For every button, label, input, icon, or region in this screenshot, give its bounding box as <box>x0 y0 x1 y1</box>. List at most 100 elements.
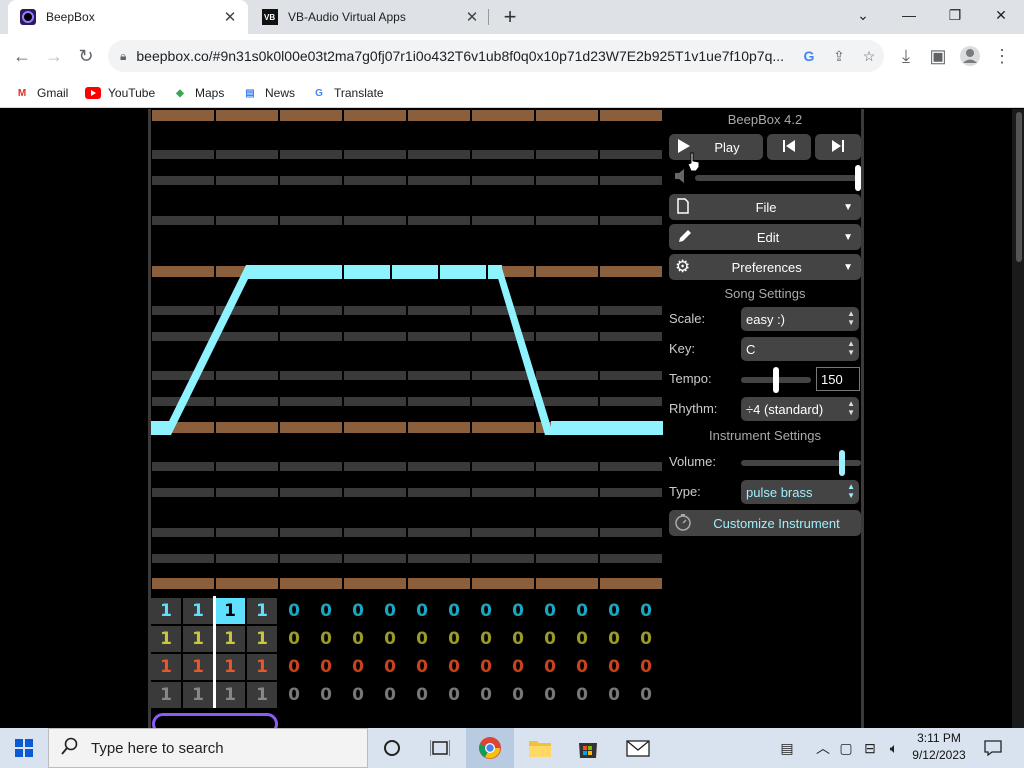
pattern-cell[interactable]: 0 <box>535 654 565 680</box>
pattern-cell[interactable]: 0 <box>535 626 565 652</box>
pattern-cell[interactable]: 0 <box>567 682 597 708</box>
pattern-cell[interactable]: 1 <box>151 682 181 708</box>
profile-avatar-icon[interactable] <box>956 42 984 70</box>
pattern-cell[interactable]: 1 <box>183 682 213 708</box>
next-bar-button[interactable] <box>815 134 861 160</box>
note-pitch-bend[interactable] <box>151 265 663 435</box>
pattern-cell[interactable]: 1 <box>247 682 277 708</box>
pattern-cell[interactable]: 0 <box>567 626 597 652</box>
microsoft-store-icon[interactable] <box>564 728 612 768</box>
system-clock[interactable]: 3:11 PM 9/12/2023 <box>906 730 972 766</box>
volume-icon[interactable]: 🔈︎ <box>882 728 906 768</box>
show-hidden-icons-icon[interactable]: ︿ <box>814 728 832 768</box>
pattern-cell[interactable]: 1 <box>247 598 277 624</box>
pattern-cell[interactable]: 0 <box>407 626 437 652</box>
pattern-cell[interactable]: 0 <box>343 598 373 624</box>
pattern-cell[interactable]: 1 <box>151 654 181 680</box>
bookmark-youtube[interactable]: YouTube <box>85 82 155 104</box>
google-lens-icon[interactable]: G <box>794 44 824 68</box>
task-view-icon[interactable] <box>416 728 464 768</box>
new-tab-icon[interactable]: + <box>498 4 522 29</box>
scale-select[interactable]: easy :) ▲ ▼ <box>741 307 859 331</box>
instrument-volume-thumb[interactable] <box>839 450 845 476</box>
forward-icon[interactable]: → <box>40 42 68 70</box>
note-segment[interactable] <box>551 421 663 435</box>
pattern-cell[interactable]: 0 <box>535 682 565 708</box>
back-icon[interactable]: ← <box>8 42 36 70</box>
note-segment[interactable] <box>246 265 502 279</box>
pattern-cell[interactable]: 1 <box>151 626 181 652</box>
close-tab-icon[interactable]: ✕ <box>462 7 482 27</box>
pattern-cell[interactable]: 1 <box>183 626 213 652</box>
pattern-cell[interactable]: 0 <box>343 682 373 708</box>
piano-roll-canvas[interactable] <box>151 109 663 593</box>
play-button[interactable]: Play <box>669 134 763 160</box>
tab-vb-audio[interactable]: VB VB-Audio Virtual Apps ✕ <box>250 0 490 34</box>
pattern-cell[interactable]: 1 <box>247 626 277 652</box>
bookmark-news[interactable]: ▤ News <box>242 82 295 104</box>
pattern-cell[interactable]: 0 <box>599 654 629 680</box>
pattern-cell[interactable]: 0 <box>535 598 565 624</box>
pattern-cell[interactable]: 0 <box>471 682 501 708</box>
pattern-cell[interactable]: 0 <box>631 682 661 708</box>
minimize-icon[interactable]: — <box>886 0 932 30</box>
pattern-cell[interactable]: 0 <box>471 598 501 624</box>
pattern-cell[interactable]: 0 <box>279 682 309 708</box>
pattern-cell[interactable]: 0 <box>503 654 533 680</box>
pattern-cell[interactable]: 1 <box>215 682 245 708</box>
pattern-cell[interactable]: 1 <box>183 654 213 680</box>
restore-icon[interactable]: ❐ <box>932 0 978 30</box>
pattern-cell[interactable]: 0 <box>599 626 629 652</box>
pattern-cell[interactable]: 0 <box>599 682 629 708</box>
pattern-cell[interactable]: 0 <box>471 626 501 652</box>
instrument-type-select[interactable]: pulse brass ▲ ▼ <box>741 480 859 504</box>
share-icon[interactable]: ⇪ <box>824 44 854 68</box>
file-explorer-icon[interactable] <box>516 728 564 768</box>
pattern-cell[interactable]: 1 <box>247 654 277 680</box>
pattern-cell[interactable]: 0 <box>407 654 437 680</box>
pattern-cell[interactable]: 0 <box>503 682 533 708</box>
url-text[interactable]: beepbox.co/#9n31s0k0l00e03t2ma7g0fj07r1i… <box>136 48 794 64</box>
address-bar[interactable]: 🔒︎ beepbox.co/#9n31s0k0l00e03t2ma7g0fj07… <box>108 40 884 72</box>
pattern-cell[interactable]: 0 <box>439 654 469 680</box>
pattern-cell[interactable]: 0 <box>407 682 437 708</box>
pattern-cell[interactable]: 1 <box>215 626 245 652</box>
pattern-cell[interactable]: 0 <box>407 598 437 624</box>
pattern-cell[interactable]: 0 <box>279 598 309 624</box>
pattern-cell[interactable]: 1 <box>183 598 213 624</box>
pattern-cell[interactable]: 0 <box>375 654 405 680</box>
chrome-taskbar-icon[interactable] <box>466 728 514 768</box>
pattern-cell[interactable]: 0 <box>375 626 405 652</box>
key-select[interactable]: C ▲ ▼ <box>741 337 859 361</box>
side-panel-icon[interactable]: ▣ <box>924 42 952 70</box>
pattern-cell[interactable]: 0 <box>279 626 309 652</box>
pattern-cell[interactable]: 0 <box>311 682 341 708</box>
bookmark-star-icon[interactable]: ☆ <box>854 44 884 68</box>
pattern-cell[interactable]: 0 <box>503 598 533 624</box>
pattern-cell[interactable]: 0 <box>279 654 309 680</box>
pattern-cell[interactable]: 0 <box>567 654 597 680</box>
page-scrollbar-thumb[interactable] <box>1016 112 1022 262</box>
pattern-cell[interactable]: 0 <box>567 598 597 624</box>
piano-roll[interactable] <box>151 109 663 593</box>
pattern-cell[interactable]: 0 <box>503 626 533 652</box>
pattern-cell[interactable]: 0 <box>311 654 341 680</box>
track-pattern-grid[interactable]: 1111000000000000111100000000000011110000… <box>151 597 663 709</box>
pattern-cell[interactable]: 1 <box>215 598 245 624</box>
meet-now-icon[interactable]: ▢ <box>836 728 856 768</box>
pattern-cell[interactable]: 1 <box>151 598 181 624</box>
keyboard-icon[interactable]: ▤ <box>770 728 804 768</box>
previous-bar-button[interactable] <box>767 134 811 160</box>
tempo-slider-thumb[interactable] <box>773 367 779 393</box>
pattern-cell[interactable]: 0 <box>631 654 661 680</box>
pattern-cell[interactable]: 0 <box>439 682 469 708</box>
pattern-cell[interactable]: 0 <box>375 682 405 708</box>
file-menu[interactable]: File ▼ <box>669 194 861 220</box>
pattern-cell[interactable]: 0 <box>343 654 373 680</box>
tab-search-chevron-icon[interactable]: ⌄ <box>840 0 886 30</box>
close-tab-icon[interactable]: ✕ <box>220 7 240 27</box>
notifications-icon[interactable] <box>978 728 1008 768</box>
taskbar-search[interactable]: Type here to search <box>48 728 368 768</box>
pattern-cell[interactable]: 0 <box>343 626 373 652</box>
pattern-cell[interactable]: 0 <box>631 598 661 624</box>
